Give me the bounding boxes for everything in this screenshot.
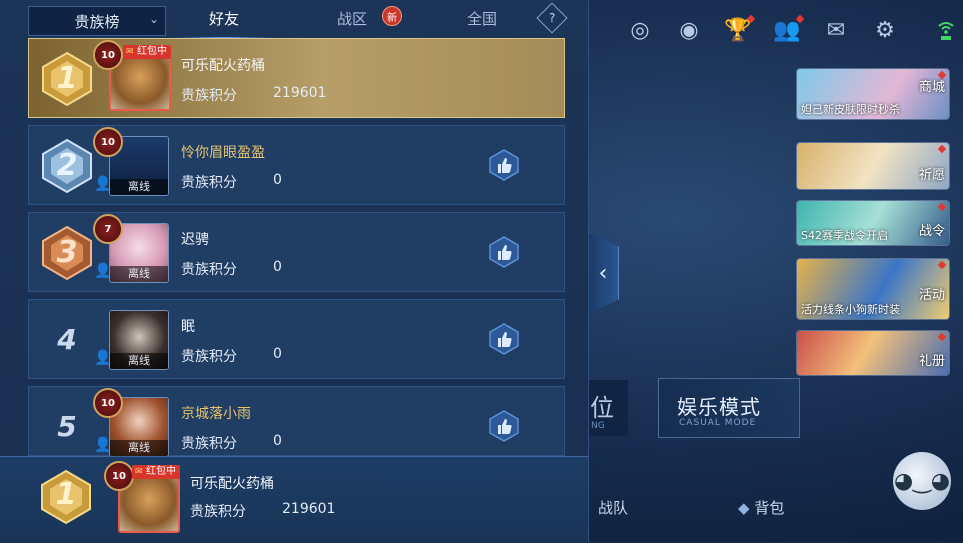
ranking-type-dropdown[interactable]: 贵族榜 ⌄ — [28, 6, 166, 36]
side-card-caption: 妲己新皮肤限时秒杀 — [801, 103, 900, 116]
tab-friends[interactable]: 好友 — [174, 8, 274, 40]
rank-number: 1 — [56, 61, 78, 96]
noble-level-badge: 10 — [93, 40, 123, 70]
friend-status-icon: 👤 — [94, 176, 112, 192]
new-badge: 新 — [382, 6, 402, 26]
offline-status: 离线 — [110, 266, 168, 282]
offline-status: 离线 — [110, 353, 168, 369]
thumbs-up-icon[interactable] — [487, 235, 521, 269]
mascot-assistant-icon[interactable]: ◕‿◕ — [893, 452, 951, 510]
ranking-panel: 贵族榜 ⌄ 好友 战区 新 全国 ? 1 10红包中 可乐配火药桶 贵族积分 2… — [0, 0, 589, 543]
collapse-panel-button[interactable]: ‹ — [588, 232, 619, 314]
score-label: 贵族积分 — [181, 175, 237, 191]
friend-status-icon: 👤 — [94, 263, 112, 279]
red-packet-tag: 红包中 — [123, 45, 171, 59]
tab-friends-label: 好友 — [208, 10, 239, 28]
team-nav-label[interactable]: 战队 — [598, 497, 628, 518]
score-value: 219601 — [273, 85, 327, 101]
tab-national[interactable]: 全国 — [462, 8, 502, 34]
top-icon-bar: ◎ ◉ 🏆 👥 ✉ ⚙ — [624, 14, 918, 46]
friends-icon[interactable]: 👥 — [771, 14, 805, 46]
side-card-pass[interactable]: S42赛季战令开启 战令 — [796, 200, 950, 246]
score-label: 贵族积分 — [181, 88, 237, 104]
player-name: 眠 — [181, 319, 195, 335]
rank-number: 3 — [56, 235, 78, 270]
player-name: 迟骋 — [181, 232, 209, 248]
player-name: 怜你眉眼盈盈 — [181, 145, 265, 161]
my-noble-level-badge: 10 — [104, 461, 134, 491]
thumbs-up-icon[interactable] — [487, 148, 521, 182]
gear-icon[interactable]: ⚙ — [869, 14, 901, 46]
tab-region[interactable]: 战区 新 — [332, 6, 402, 34]
offline-status: 离线 — [110, 440, 168, 456]
game-lobby-background: ◎ ◉ 🏆 👥 ✉ ⚙ 妲己新皮肤限时秒杀 商城 祈愿 S42赛季战令开启 战令… — [588, 0, 963, 542]
friend-status-icon: 👤 — [94, 437, 112, 453]
help-icon: ? — [548, 11, 556, 25]
ranked-mode-sublabel: NG — [591, 421, 605, 431]
ranked-mode-fragment[interactable]: 位 NG — [588, 380, 628, 436]
ranking-tabs: 贵族榜 ⌄ 好友 战区 新 全国 ? — [28, 2, 568, 40]
side-card-tag: 祈愿 — [918, 168, 945, 183]
noble-level-badge: 10 — [93, 388, 123, 418]
target-icon[interactable]: ◎ — [624, 14, 656, 46]
score-label: 贵族积分 — [181, 436, 237, 452]
side-card-caption: S42赛季战令开启 — [801, 229, 888, 242]
rank-number: 2 — [56, 148, 78, 183]
chevron-left-icon: ‹ — [598, 260, 608, 286]
tab-region-label: 战区 — [336, 10, 367, 28]
score-value: 0 — [273, 259, 282, 275]
player-avatar[interactable]: 离线 — [109, 310, 169, 370]
mail-icon[interactable]: ✉ — [820, 14, 852, 46]
casual-mode-title: 娱乐模式 — [677, 395, 761, 419]
side-card-caption: 活力线条小狗新时装 — [801, 303, 900, 316]
help-button[interactable]: ? — [536, 2, 568, 34]
noble-level-badge: 10 — [93, 127, 123, 157]
friend-status-icon: 👤 — [94, 350, 112, 366]
side-card-tag: 礼册 — [918, 354, 945, 369]
side-card-tag: 活动 — [918, 288, 945, 303]
casual-mode-subtitle: CASUAL MODE — [679, 418, 757, 428]
rank-number: 4 — [57, 323, 77, 356]
my-rank-number: 1 — [55, 477, 77, 512]
ranking-row[interactable]: 3 离线 7 👤 迟骋 贵族积分 0 — [28, 212, 565, 292]
bag-nav[interactable]: ◆ 背包 — [738, 497, 784, 518]
side-card-tag: 商城 — [918, 80, 945, 95]
side-card-event[interactable]: 活力线条小狗新时装 活动 — [796, 258, 950, 320]
rank-number: 5 — [57, 410, 77, 443]
score-value: 0 — [273, 346, 282, 362]
my-player-name: 可乐配火药桶 — [190, 476, 274, 492]
ranking-row[interactable]: 2 离线 10 👤 怜你眉眼盈盈 贵族积分 0 — [28, 125, 565, 205]
ranked-mode-label: 位 — [590, 394, 614, 422]
score-label: 贵族积分 — [181, 349, 237, 365]
ranking-row[interactable]: 4 离线 👤 眠 贵族积分 0 — [28, 299, 565, 379]
score-label: 贵族积分 — [181, 262, 237, 278]
ranking-row[interactable]: 1 10红包中 可乐配火药桶 贵族积分 219601 — [28, 38, 565, 118]
side-card-shop[interactable]: 妲己新皮肤限时秒杀 商城 — [796, 68, 950, 120]
my-score-value: 219601 — [282, 501, 336, 517]
red-packet-tag: 红包中 — [132, 465, 180, 479]
offline-status: 离线 — [110, 179, 168, 195]
thumbs-up-icon[interactable] — [487, 322, 521, 356]
trophy-icon[interactable]: 🏆 — [722, 14, 756, 46]
bag-nav-label: 背包 — [754, 499, 785, 517]
side-card-tag: 战令 — [918, 224, 945, 239]
dropdown-label: 贵族榜 — [74, 12, 120, 31]
bag-icon: ◆ — [738, 499, 755, 517]
player-name: 京城落小雨 — [181, 406, 251, 422]
score-value: 0 — [273, 172, 282, 188]
chevron-down-icon: ⌄ — [148, 12, 159, 26]
thumbs-up-icon[interactable] — [487, 409, 521, 443]
my-ranking-bar: 1 10 红包中 可乐配火药桶 贵族积分 219601 — [0, 456, 588, 543]
noble-level-badge: 7 — [93, 214, 123, 244]
ranking-row[interactable]: 5 离线 10 👤 京城落小雨 贵族积分 0 — [28, 386, 565, 457]
eye-icon[interactable]: ◉ — [673, 14, 705, 46]
casual-mode-button[interactable]: 娱乐模式 CASUAL MODE — [658, 378, 800, 438]
side-card-gift[interactable]: 礼册 — [796, 330, 950, 376]
player-name: 可乐配火药桶 — [181, 58, 265, 74]
wifi-signal-icon — [937, 18, 955, 42]
score-value: 0 — [273, 433, 282, 449]
side-card-wish[interactable]: 祈愿 — [796, 142, 950, 190]
my-score-label: 贵族积分 — [190, 504, 246, 520]
tab-national-label: 全国 — [466, 10, 497, 28]
